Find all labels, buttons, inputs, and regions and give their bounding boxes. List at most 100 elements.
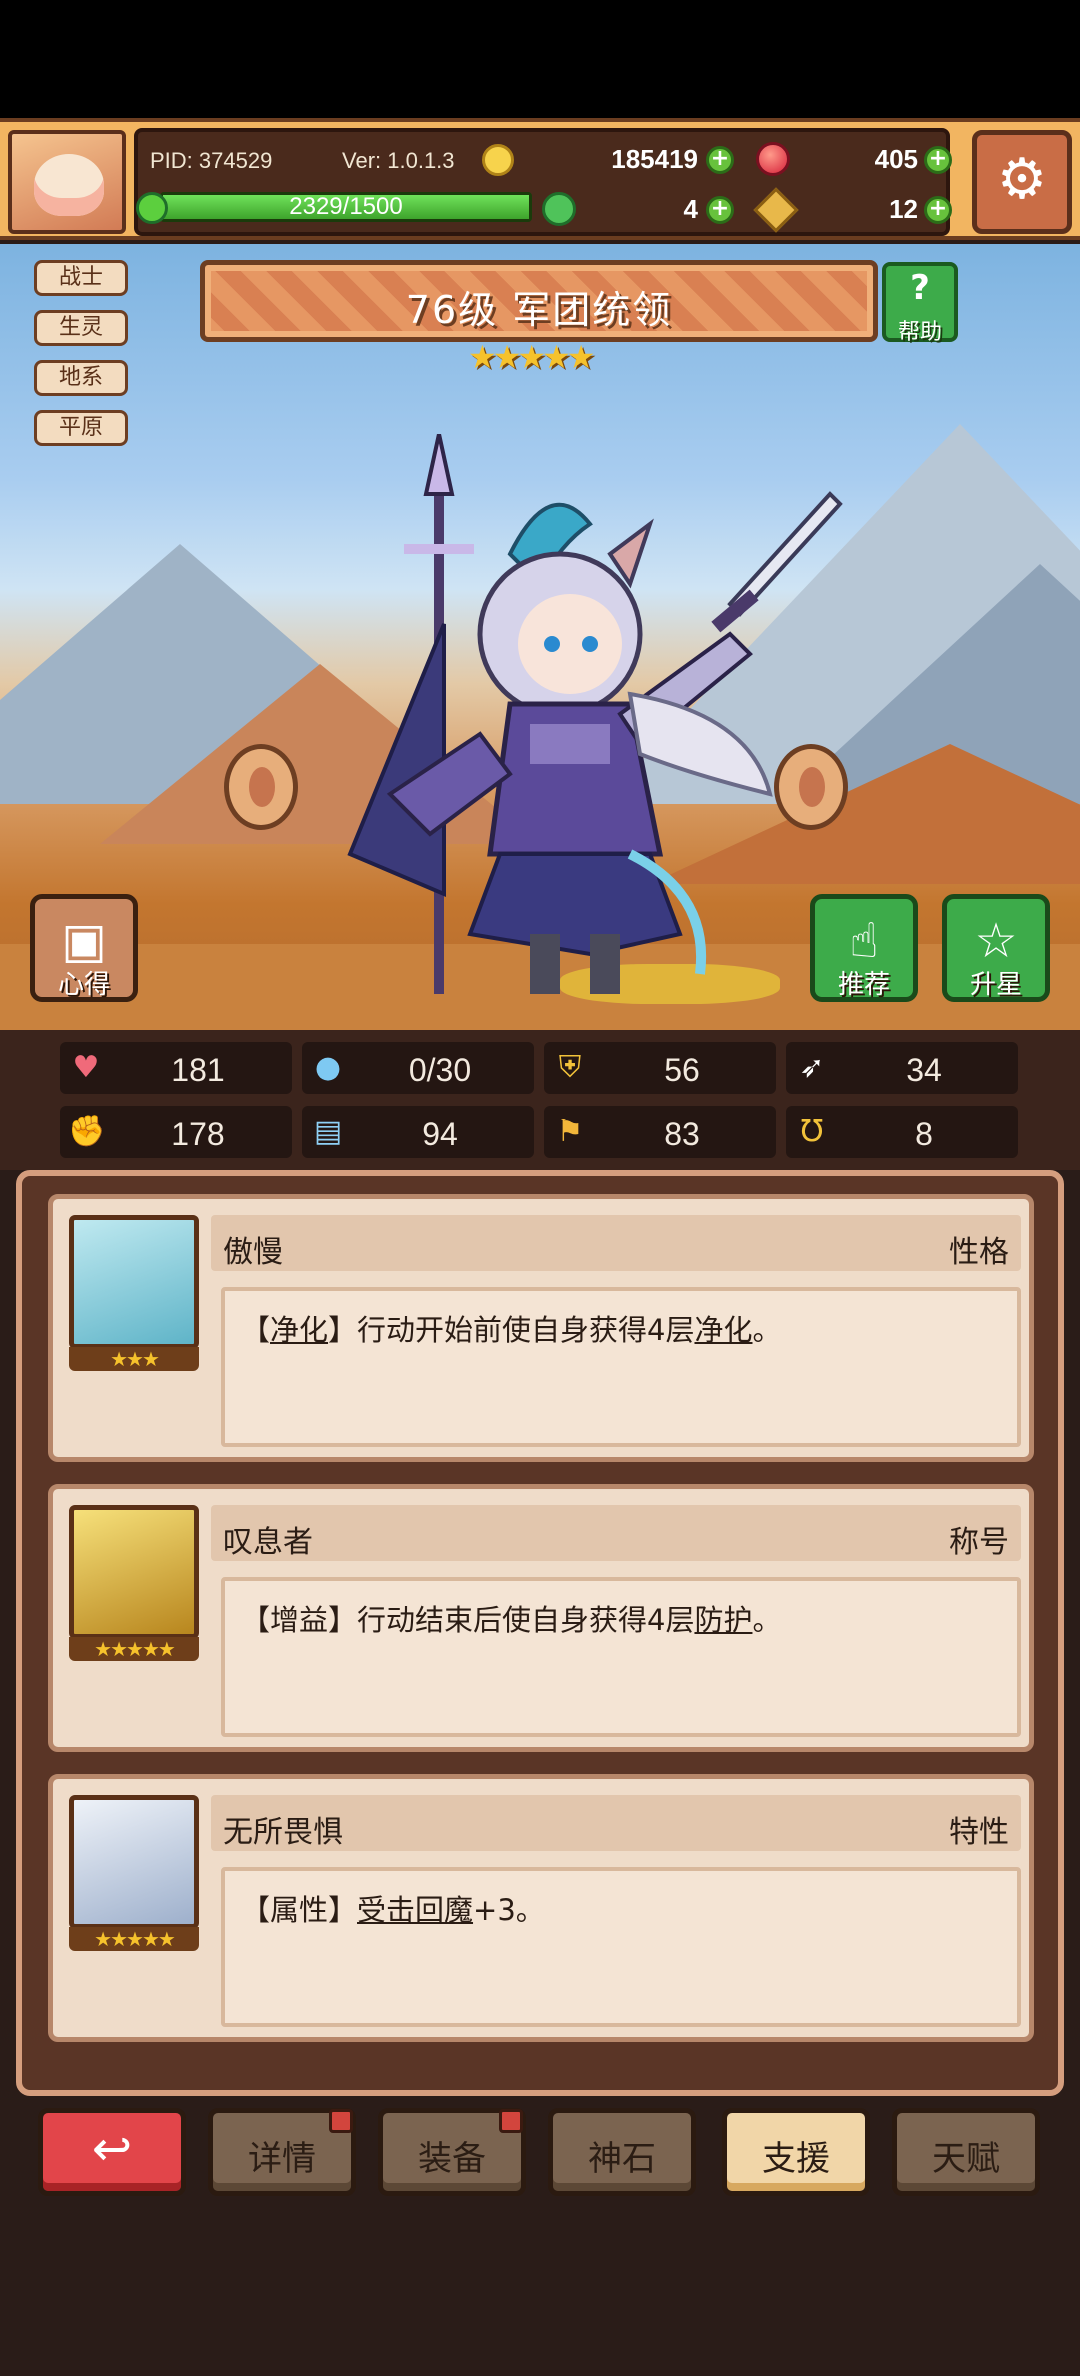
player-id: PID: 374529 xyxy=(150,148,273,173)
tab-label: 天赋 xyxy=(932,2139,1000,2179)
horseshoe-icon: Ʊ xyxy=(800,1114,824,1149)
hero-character-sprite xyxy=(330,433,850,1014)
player-avatar[interactable] xyxy=(8,130,126,234)
recommend-button[interactable]: ☝ 推荐 xyxy=(810,894,918,1002)
notification-dot xyxy=(329,2109,353,2133)
gem-icon xyxy=(756,142,790,176)
card-description-box: 【增益】行动结束后使自身获得4层防护。 xyxy=(221,1577,1021,1737)
card-header: 叹息者 称号 xyxy=(211,1505,1021,1561)
star-icon: ☆ xyxy=(974,913,1018,969)
card-description: 【属性】受击回魔+3。 xyxy=(241,1893,545,1927)
insights-label: 心得 xyxy=(57,970,110,1000)
stat-value: 8 xyxy=(915,1116,933,1152)
add-gems-button[interactable]: + xyxy=(924,146,952,174)
stat-value: 94 xyxy=(422,1116,458,1152)
add-gold-button[interactable]: + xyxy=(706,146,734,174)
card-description: 【增益】行动结束后使自身获得4层防护。 xyxy=(241,1603,782,1637)
experience-bar: 2329/1500 xyxy=(160,192,532,222)
experience-leaf-icon xyxy=(136,192,168,224)
back-arrow-icon: ↩ xyxy=(91,2121,133,2177)
tag-race: 生灵 xyxy=(34,310,128,346)
card-description: 【净化】行动开始前使自身获得4层净化。 xyxy=(241,1313,782,1347)
keyword-link[interactable]: 净化 xyxy=(270,1313,328,1347)
tag-element: 地系 xyxy=(34,360,128,396)
stat-magic: ▤ 94 xyxy=(302,1106,534,1158)
add-clover-button[interactable]: + xyxy=(706,196,734,224)
stat-attack: ✊ 178 xyxy=(60,1106,292,1158)
tab-details[interactable]: 详情 xyxy=(208,2108,356,2196)
status-bar xyxy=(0,0,1080,118)
gold-amount: 185419 xyxy=(611,144,698,174)
tab-equipment[interactable]: 装备 xyxy=(378,2108,526,2196)
portrait-stars: ★★★★★ xyxy=(69,1637,199,1661)
tab-label: 支援 xyxy=(762,2139,830,2179)
version-label: Ver: 1.0.1.3 xyxy=(342,148,455,173)
portrait-stars: ★★★★★ xyxy=(69,1927,199,1951)
stat-resistance: ⚑ 83 xyxy=(544,1106,776,1158)
card-type: 性格 xyxy=(949,1235,1009,1270)
support-card-personality[interactable]: ★★★ 傲慢 性格 【净化】行动开始前使自身获得4层净化。 xyxy=(48,1194,1034,1462)
stat-health: ♥ 181 xyxy=(60,1042,292,1094)
support-card-title[interactable]: ★★★★★ 叹息者 称号 【增益】行动结束后使自身获得4层防护。 xyxy=(48,1484,1034,1752)
keyword-link[interactable]: 受击回魔 xyxy=(357,1893,473,1927)
wing-icon: ➶ xyxy=(799,1050,825,1085)
stat-mana: ● 0/30 xyxy=(302,1042,534,1094)
hero-tags: 战士 生灵 地系 平原 xyxy=(34,260,128,460)
book-icon: ▤ xyxy=(313,1114,343,1149)
stat-value: 181 xyxy=(171,1052,225,1088)
key-amount: 12 xyxy=(889,194,918,224)
support-card-trait[interactable]: ★★★★★ 无所畏惧 特性 【属性】受击回魔+3。 xyxy=(48,1774,1034,2042)
help-button[interactable]: ? 帮助 xyxy=(882,262,958,345)
card-name: 傲慢 xyxy=(223,1235,283,1270)
recommend-label: 推荐 xyxy=(837,970,890,1000)
card-name: 无所畏惧 xyxy=(223,1815,343,1850)
help-label: 帮助 xyxy=(897,320,942,345)
keyword-link[interactable]: 防护 xyxy=(694,1603,752,1637)
card-header: 傲慢 性格 xyxy=(211,1215,1021,1271)
insights-button[interactable]: ▣ 心得 xyxy=(30,894,138,1002)
stat-value: 178 xyxy=(171,1116,225,1152)
keyword-link[interactable]: 净化 xyxy=(694,1313,752,1347)
card-description-box: 【属性】受击回魔+3。 xyxy=(221,1867,1021,2027)
support-portrait xyxy=(69,1215,199,1349)
key-icon xyxy=(753,187,799,233)
gem-amount: 405 xyxy=(874,144,918,174)
tab-support[interactable]: 支援 xyxy=(722,2108,870,2196)
clover-amount: 4 xyxy=(683,194,698,224)
tab-godstone[interactable]: 神石 xyxy=(548,2108,696,2196)
previous-hero-button[interactable] xyxy=(224,744,298,830)
star-upgrade-label: 升星 xyxy=(969,970,1022,1000)
fist-icon: ✊ xyxy=(68,1114,106,1149)
tab-talent[interactable]: 天赋 xyxy=(892,2108,1040,2196)
experience-text: 2329/1500 xyxy=(289,193,403,220)
add-keys-button[interactable]: + xyxy=(924,196,952,224)
scroll-icon: ▣ xyxy=(61,913,107,969)
star-upgrade-button[interactable]: ☆ 升星 xyxy=(942,894,1050,1002)
bottom-tab-bar: ↩ 详情 装备 神石 支援 天赋 xyxy=(0,2096,1080,2376)
card-name: 叹息者 xyxy=(223,1525,313,1560)
notification-dot xyxy=(499,2109,523,2133)
hero-star-rating: ★★★★★ xyxy=(468,338,595,376)
back-button[interactable]: ↩ xyxy=(38,2108,186,2196)
card-type: 特性 xyxy=(949,1815,1009,1850)
support-portrait xyxy=(69,1795,199,1929)
settings-button[interactable] xyxy=(972,130,1072,234)
hero-scene: 战士 生灵 地系 平原 76级 军团统领 ★★★★★ ? 帮助 ▣ 心得 ☝ 推… xyxy=(0,244,1080,1030)
card-description-box: 【净化】行动开始前使自身获得4层净化。 xyxy=(221,1287,1021,1447)
top-hud: PID: 374529 Ver: 1.0.1.3 185419 + 405 + … xyxy=(0,118,1080,240)
thumbs-up-icon: ☝ xyxy=(849,913,879,969)
stat-value: 0/30 xyxy=(408,1052,472,1088)
support-portrait xyxy=(69,1505,199,1639)
hero-title-banner: 76级 军团统领 xyxy=(200,260,878,342)
stat-luck: Ʊ 8 xyxy=(786,1106,1018,1158)
hero-title: 76级 军团统领 xyxy=(405,288,673,332)
mana-drop-icon: ● xyxy=(314,1050,342,1085)
tab-label: 神石 xyxy=(588,2139,656,2179)
clover-icon xyxy=(542,192,576,226)
tag-class: 战士 xyxy=(34,260,128,296)
card-header: 无所畏惧 特性 xyxy=(211,1795,1021,1851)
gold-coin-icon xyxy=(482,144,514,176)
hero-stats-panel: ♥ 181 ● 0/30 ⛨ 56 ➶ 34 ✊ 178 ▤ 94 ⚑ 83 Ʊ… xyxy=(0,1030,1080,1170)
heart-icon: ♥ xyxy=(72,1050,100,1085)
stat-value: 83 xyxy=(664,1116,700,1152)
